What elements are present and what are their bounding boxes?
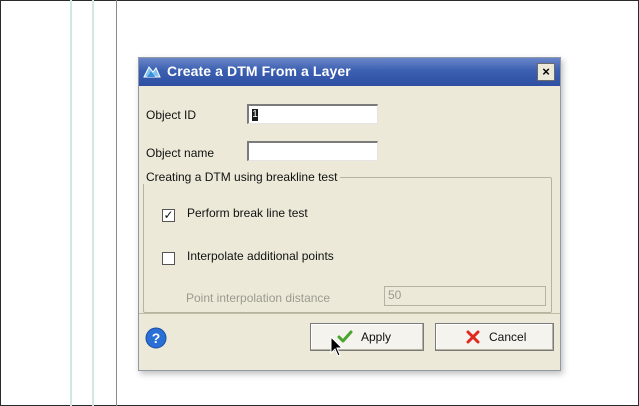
vertical-guide-line	[92, 0, 94, 406]
help-icon[interactable]: ?	[145, 327, 167, 349]
object-id-field[interactable]: 1	[247, 104, 378, 124]
svg-text:?: ?	[152, 330, 161, 346]
mouse-pointer-icon	[330, 335, 344, 363]
breakline-test-group: Creating a DTM using breakline test ✓ Pe…	[143, 170, 552, 313]
interp-distance-field: 50	[384, 286, 546, 306]
footer-divider	[139, 313, 560, 314]
vertical-guide-line	[116, 0, 117, 406]
group-title: Creating a DTM using breakline test	[143, 170, 341, 184]
apply-button[interactable]: Apply	[310, 323, 424, 351]
dialog-title: Create a DTM From a Layer	[167, 63, 351, 79]
cancel-label: Cancel	[489, 330, 527, 344]
vertical-guide-line	[70, 0, 72, 406]
object-name-field[interactable]	[247, 141, 378, 161]
dialog-titlebar[interactable]: Create a DTM From a Layer ×	[139, 58, 560, 86]
apply-label: Apply	[361, 330, 392, 344]
perform-break-line-test-label: Perform break line test	[187, 206, 308, 220]
close-button[interactable]: ×	[537, 63, 555, 81]
create-dtm-dialog: Create a DTM From a Layer × Object ID 1 …	[138, 57, 561, 371]
cancel-button[interactable]: Cancel	[435, 323, 554, 351]
interpolate-points-checkbox[interactable]	[162, 252, 175, 265]
dtm-icon	[143, 63, 161, 81]
interp-distance-label: Point interpolation distance	[186, 291, 331, 305]
x-icon	[465, 330, 481, 347]
perform-break-line-test-checkbox[interactable]: ✓	[162, 209, 175, 222]
object-id-value: 1	[252, 108, 258, 121]
object-name-label: Object name	[146, 146, 215, 160]
object-id-label: Object ID	[146, 108, 197, 122]
interpolate-points-label: Interpolate additional points	[187, 249, 334, 263]
